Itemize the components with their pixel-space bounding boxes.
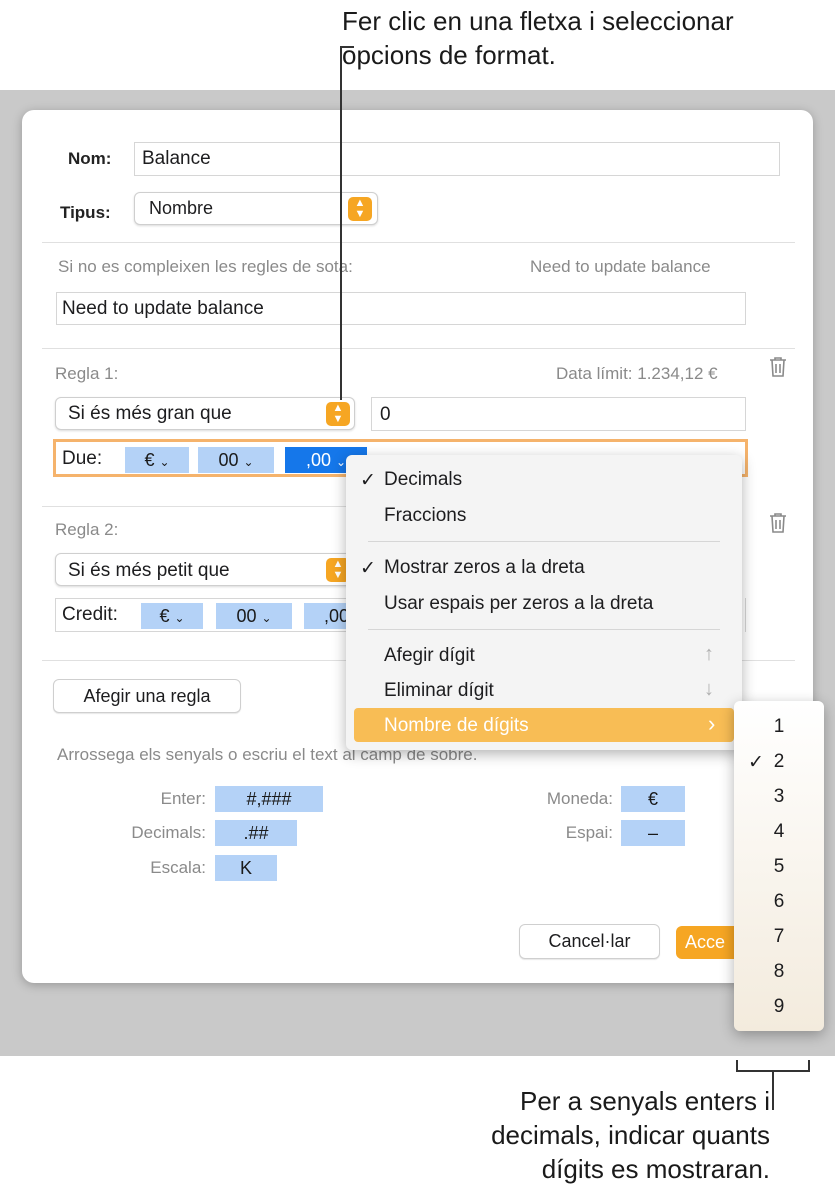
digits-option-7[interactable]: 7 [734,926,824,948]
rule2-format-field[interactable]: Credit: € ⌄ 00 ⌄ ,00 [55,598,356,632]
rule2-integer-token[interactable]: 00 ⌄ [216,603,292,629]
chevron-down-icon: ⌄ [159,455,170,469]
show-zeros-checkmark-icon: ✓ [360,558,376,579]
callout-top-line1: Fer clic en una fletxa i seleccionar [342,6,734,36]
token-text: 00 [218,450,239,470]
integer-token[interactable]: #,### [215,786,323,812]
format-menu: ✓ Decimals Fraccions ✓ Mostrar zeros a l… [346,455,742,750]
name-value: Balance [142,148,211,169]
rule1-integer-token[interactable]: 00 ⌄ [198,447,274,473]
callout-top-line2: opcions de format. [342,40,556,70]
callout-bottom-line1: Per a senyals enters i [519,1086,770,1116]
name-label: Nom: [68,149,112,168]
token-text: 00 [236,606,257,626]
rule1-trash-icon[interactable] [769,356,787,378]
decimals-checkmark-icon: ✓ [360,470,376,491]
rule1-preview: Data límit: 1.234,12 € [556,364,718,383]
rule1-text-label: Due: [62,448,103,469]
digits-option-5[interactable]: 5 [734,856,824,878]
arrow-up-icon: ↑ [704,643,714,665]
callout-bottom-line3: dígits es mostraran. [541,1154,770,1184]
menu-item-fractions[interactable]: Fraccions [384,505,466,527]
decimals-token[interactable]: .## [215,820,297,846]
name-field[interactable]: Balance [134,142,780,176]
token-text: € [159,606,170,626]
callout-bracket [736,1060,810,1072]
menu-item-show-zeros[interactable]: Mostrar zeros a la dreta [384,557,585,579]
menu-separator [368,541,720,542]
digits-option-4[interactable]: 4 [734,821,824,843]
divider [42,348,795,349]
token-text: € [144,450,155,470]
rule1-condition-value: Si és més gran que [68,403,232,424]
chevron-down-icon: ⌄ [335,455,347,469]
divider [42,242,795,243]
chevron-updown-icon: ▲ ▼ [348,197,372,221]
chevron-down-icon: ⌄ [174,611,185,625]
arrow-down-icon: ↓ [704,678,714,700]
rule1-currency-token[interactable]: € ⌄ [125,447,189,473]
cancel-button[interactable]: Cancel·lar [519,924,660,959]
accept-button[interactable]: Acce [676,926,736,959]
chevron-down-icon: ⌄ [243,455,254,469]
digits-submenu: 1 ✓ 2 3 4 5 6 7 8 9 [734,701,824,1031]
menu-item-number-of-digits[interactable]: Nombre de dígits › [354,708,734,742]
chevron-down-icon: ⌄ [261,611,272,625]
rule2-title: Regla 2: [55,520,119,539]
type-value: Nombre [149,198,214,218]
currency-token-label: Moneda: [546,789,613,808]
add-rule-button[interactable]: Afegir una regla [53,679,241,713]
token-text: ,00 [305,450,331,470]
rule2-currency-token[interactable]: € ⌄ [141,603,203,629]
menu-item-add-digit[interactable]: Afegir dígit [384,645,475,667]
menu-separator [368,629,720,630]
digits-option-2[interactable]: 2 [734,751,824,773]
digits-option-9[interactable]: 9 [734,996,824,1018]
rule2-text-label: Credit: [62,604,118,625]
callout-bottom-line2: decimals, indicar quants [491,1120,770,1150]
menu-item-remove-digit[interactable]: Eliminar dígit [384,680,494,702]
menu-item-decimals[interactable]: Decimals [384,469,462,491]
integer-token-label: Enter: [160,789,206,808]
default-text-preview: Need to update balance [530,257,711,276]
currency-token[interactable]: € [621,786,685,812]
digits-option-3[interactable]: 3 [734,786,824,808]
digits-option-1[interactable]: 1 [734,716,824,738]
rule2-condition-popup[interactable]: Si és més petit que ▲ ▼ [55,553,355,586]
chevron-right-icon: › [708,711,716,736]
scale-token[interactable]: K [215,855,277,881]
space-token-label: Espai: [565,823,613,842]
rule2-condition-value: Si és més petit que [68,560,230,581]
rule2-trash-icon[interactable] [769,512,787,534]
number-of-digits-label: Nombre de dígits [384,715,529,736]
rule2-value-field-edge [742,598,746,632]
default-text-label: Si no es compleixen les regles de sota: [58,257,353,276]
callout-top-leader-tick [340,46,354,48]
scale-token-label: Escala: [150,858,206,877]
callout-top-leader-line [340,48,342,400]
default-text-field[interactable]: Need to update balance [56,292,746,325]
callout-bottom-leader-line [772,1072,774,1110]
rule1-value-field[interactable]: 0 [371,397,746,431]
chevron-updown-icon: ▲ ▼ [326,402,350,426]
rule1-value: 0 [380,404,391,425]
default-text-value: Need to update balance [62,298,264,319]
menu-item-space-zeros[interactable]: Usar espais per zeros a la dreta [384,593,653,615]
rule1-title: Regla 1: [55,364,119,383]
type-label: Tipus: [60,203,111,222]
digits-option-6[interactable]: 6 [734,891,824,913]
divider [42,506,352,507]
digits-option-8[interactable]: 8 [734,961,824,983]
decimals-token-label: Decimals: [131,823,206,842]
rule1-condition-popup[interactable]: Si és més gran que ▲ ▼ [55,397,355,430]
space-token[interactable]: – [621,820,685,846]
